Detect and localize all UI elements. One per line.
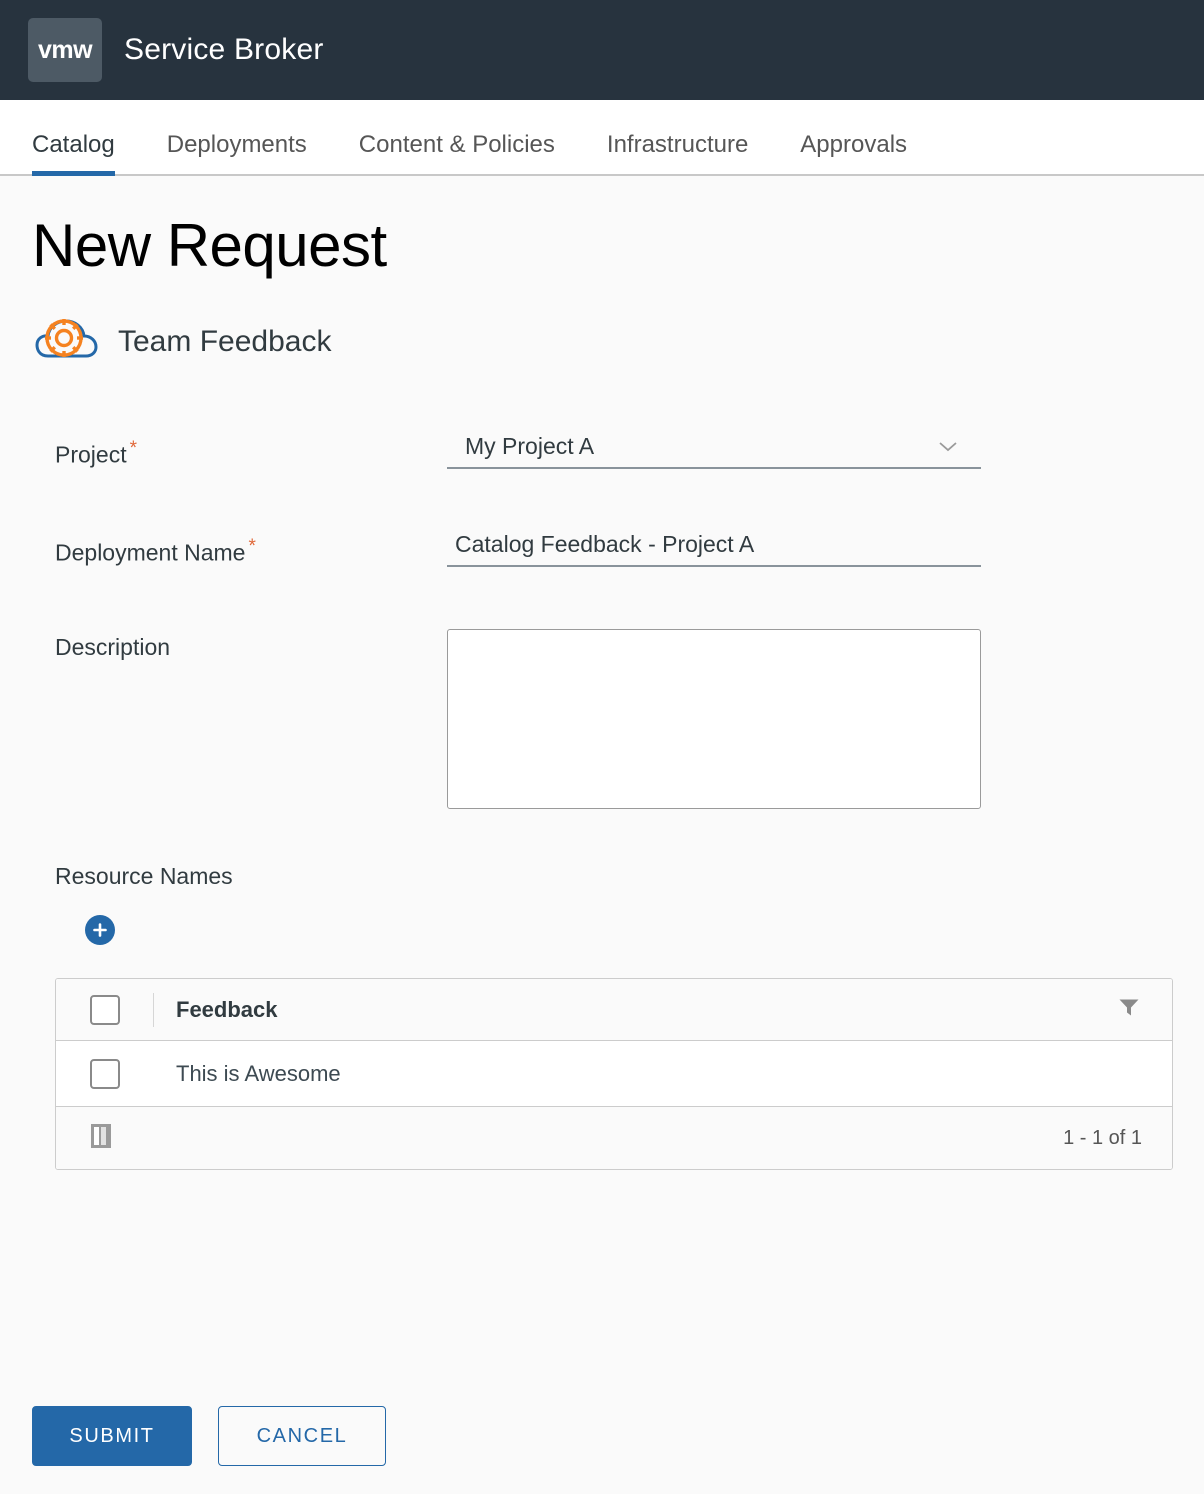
- app-title: Service Broker: [124, 33, 324, 66]
- logo-text: vmw: [37, 35, 93, 64]
- select-all-checkbox[interactable]: [89, 994, 120, 1025]
- tab-approvals-label: Approvals: [800, 131, 908, 158]
- row-select-cell: [56, 1058, 154, 1089]
- required-indicator: *: [248, 536, 256, 557]
- form-row-deployment-name: Deployment Name *: [55, 531, 1204, 567]
- request-form: Project* My Project A Deployment Name*: [0, 433, 1204, 809]
- catalog-item: Team Feedback: [34, 316, 1204, 367]
- table-row: This is Awesome: [56, 1041, 1172, 1107]
- column-header-feedback[interactable]: Feedback: [154, 997, 1172, 1023]
- table-footer: 1 - 1 of 1: [56, 1107, 1172, 1169]
- cell-feedback: This is Awesome: [176, 1060, 341, 1086]
- deployment-name-input[interactable]: [447, 531, 981, 567]
- tab-content-policies[interactable]: Content & Policies: [333, 133, 581, 174]
- tab-deployments[interactable]: Deployments: [141, 133, 333, 174]
- cloud-gear-icon: [34, 316, 100, 367]
- description-label-text: Description: [55, 634, 171, 660]
- project-label: Project *: [55, 433, 447, 469]
- tab-content-policies-label: Content & Policies: [358, 131, 555, 158]
- page-title: New Request: [32, 212, 387, 279]
- project-select-value: My Project A: [465, 433, 595, 459]
- table-header-row: Feedback: [56, 979, 1172, 1041]
- column-toggle-icon[interactable]: [90, 1123, 112, 1154]
- tab-infrastructure[interactable]: Infrastructure: [581, 133, 774, 174]
- description-label: Description: [55, 629, 447, 661]
- chevron-down-icon: [939, 439, 957, 452]
- submit-button[interactable]: SUBMIT: [32, 1406, 192, 1466]
- tab-catalog-label: Catalog: [32, 131, 115, 158]
- required-indicator: *: [129, 438, 137, 459]
- tab-approvals[interactable]: Approvals: [774, 133, 933, 174]
- resource-names-label: Resource Names: [55, 863, 233, 889]
- main-navigation: Catalog Deployments Content & Policies I…: [0, 100, 1204, 176]
- pagination-status: 1 - 1 of 1: [1063, 1126, 1142, 1149]
- catalog-item-name: Team Feedback: [118, 324, 332, 358]
- tab-deployments-label: Deployments: [166, 131, 307, 158]
- filter-funnel-icon[interactable]: [1118, 997, 1140, 1022]
- deployment-name-label-text: Deployment Name: [55, 539, 246, 566]
- add-resource-button[interactable]: [85, 915, 115, 945]
- project-label-text: Project: [55, 441, 127, 468]
- deployment-name-label: Deployment Name *: [55, 531, 447, 567]
- app-header: vmw Service Broker: [0, 0, 1204, 100]
- plus-circle-icon: [92, 922, 108, 938]
- form-actions: SUBMIT CANCEL: [32, 1406, 386, 1466]
- row-checkbox[interactable]: [90, 1058, 120, 1089]
- resource-names-section: Resource Names: [0, 863, 1204, 945]
- form-row-project: Project * My Project A: [55, 433, 1204, 469]
- tab-infrastructure-label: Infrastructure: [606, 131, 749, 158]
- form-row-description: Description: [55, 629, 1204, 809]
- feedback-table: Feedback This is Awesome 1 - 1 of 1: [55, 978, 1173, 1170]
- description-textarea[interactable]: [447, 629, 981, 809]
- cancel-button[interactable]: CANCEL: [218, 1406, 386, 1466]
- page-content: New Request Team Feedback Project * My P…: [0, 216, 1204, 1494]
- tab-catalog[interactable]: Catalog: [32, 131, 141, 176]
- project-select[interactable]: My Project A: [447, 433, 981, 469]
- select-all-cell: [56, 992, 154, 1027]
- vmware-logo: vmw: [28, 18, 102, 82]
